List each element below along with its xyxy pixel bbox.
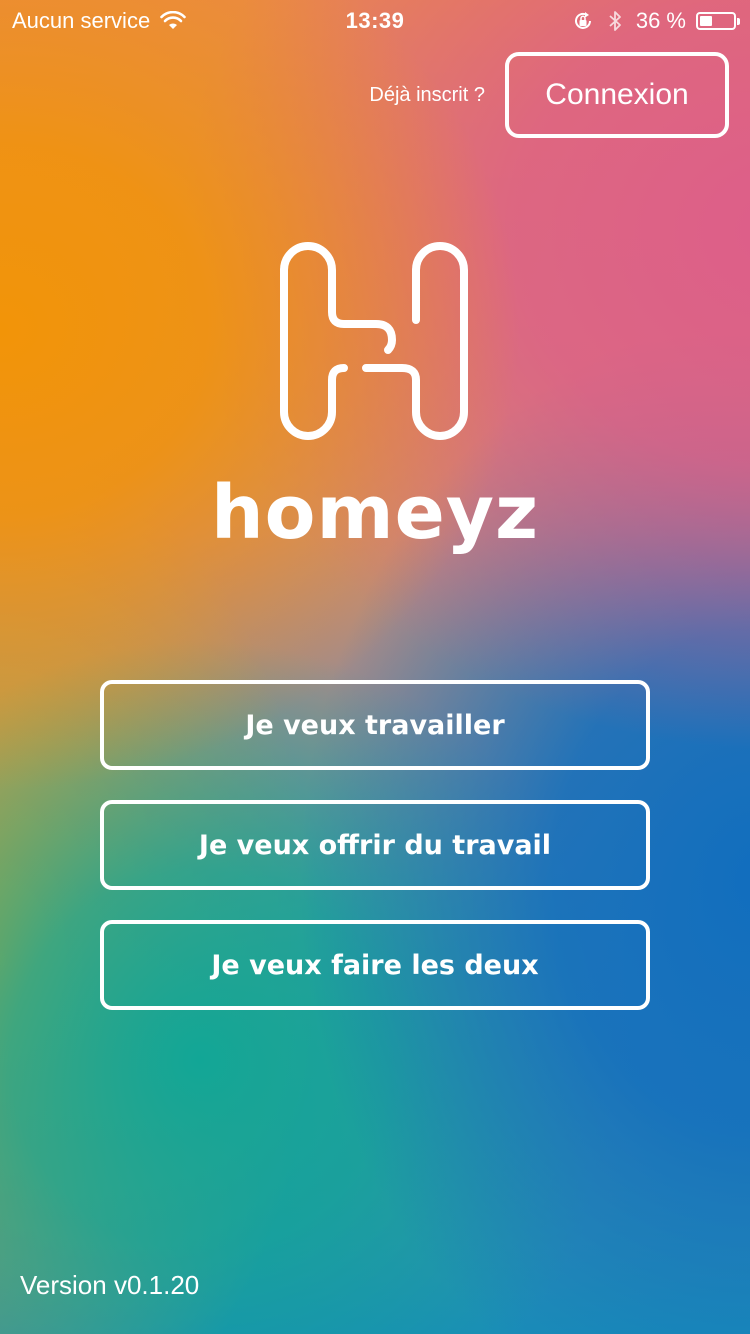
role-offer-work-button[interactable]: Je veux offrir du travail	[100, 800, 650, 890]
role-selection: Je veux travailler Je veux offrir du tra…	[100, 680, 650, 1040]
role-work-button[interactable]: Je veux travailler	[100, 680, 650, 770]
homeyz-wordmark: homeyz	[210, 470, 540, 556]
battery-icon	[696, 12, 740, 30]
status-bar: Aucun service 13:39 36 %	[0, 0, 750, 40]
battery-level-fill	[700, 16, 712, 26]
welcome-screen: Aucun service 13:39 36 % Déjà inscrit ? …	[0, 0, 750, 1334]
login-button[interactable]: Connexion	[505, 52, 729, 138]
bluetooth-icon	[609, 11, 621, 31]
battery-percent: 36 %	[635, 8, 686, 33]
app-version-label: Version v0.1.20	[20, 1270, 200, 1300]
role-both-button[interactable]: Je veux faire les deux	[100, 920, 650, 1010]
homeyz-logo-icon	[280, 242, 468, 440]
already-registered-label: Déjà inscrit ?	[369, 84, 485, 106]
status-indicators: 36 %	[572, 8, 740, 34]
lock-rotation-icon	[574, 12, 591, 29]
